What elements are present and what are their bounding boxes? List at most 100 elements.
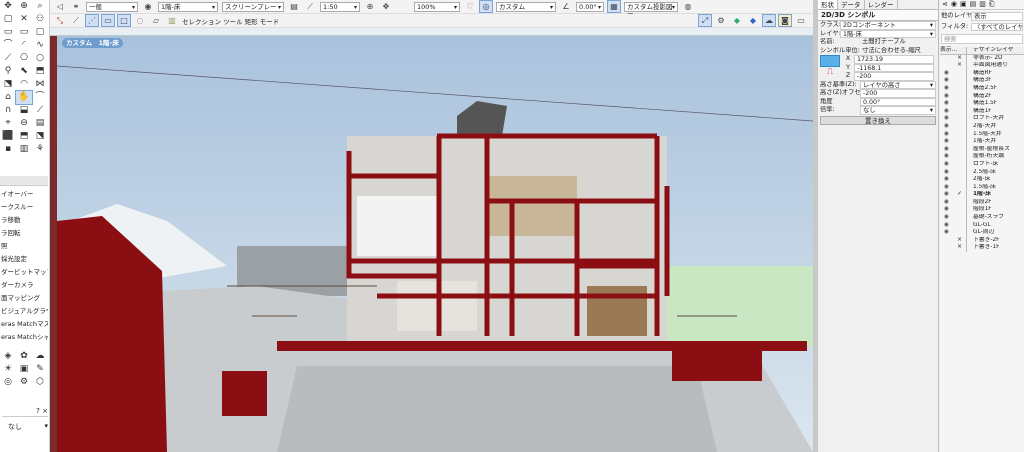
tool-icon[interactable]: ⬉ [16,65,32,78]
eye-icon[interactable]: ◉ [940,85,953,93]
refs-tab-icon[interactable]: ⎗ [989,0,995,9]
render-icon[interactable]: ◈ [0,350,16,363]
eye-icon[interactable]: ◉ [940,191,953,199]
tool-icon[interactable]: ▭ [16,26,32,39]
light-icon[interactable]: ◍ [682,1,694,12]
tab-render[interactable]: レンダー [865,0,898,9]
tool-icon[interactable]: ⬓ [16,104,32,117]
view-name-tag[interactable]: カスタム 1階-床 [62,38,123,48]
views-tab-icon[interactable]: ▥ [979,0,986,9]
layer-row[interactable]: × 下書き-1F [940,244,1024,253]
eye-icon[interactable]: ◉ [940,161,953,169]
tool-icon[interactable]: ⬒ [16,130,32,143]
eye-icon[interactable]: ◉ [940,153,953,161]
layer-row[interactable]: ◉ 2.5階-床 [940,168,1024,177]
class-tab-icon[interactable]: ◉ [951,0,957,9]
tool-icon[interactable]: ⌕ [32,0,48,13]
layer-row[interactable]: ◉ 構造1.5F [940,100,1024,108]
camera-icon[interactable]: ◎ [0,376,16,389]
tool-item[interactable]: eras Matchシャ... [0,331,48,344]
hidden-icon[interactable] [940,237,953,245]
plane-select[interactable]: スクリーンプレーン [222,1,284,20]
eye-icon[interactable]: ◉ [940,176,953,184]
layer-row[interactable]: ◉ 構造2.5F [940,84,1024,93]
hidden-icon[interactable]: × [953,244,966,252]
eye-icon[interactable]: ◉ [940,214,953,222]
layer-select[interactable]: 1階-床 [158,1,218,12]
visibility-cell[interactable] [953,222,966,230]
eye-icon[interactable]: ◉ [940,100,953,108]
tool-item[interactable]: 採光設定 [0,253,48,266]
tool-item[interactable]: イオーバー [0,188,48,201]
tool-icon[interactable]: ▢ [32,26,48,39]
tool-icon[interactable]: ⊖ [16,117,32,130]
class-select[interactable]: 一般 [86,1,138,12]
tool-icon[interactable]: ▢ [0,13,16,26]
class-select[interactable]: 2Dコンポーネント [840,21,936,30]
visibility-cell[interactable] [953,169,966,177]
visibility-cell[interactable] [953,70,966,78]
tool-icon[interactable]: ⚘ [32,143,48,156]
layer-row[interactable]: ◉ 屋根-桁天端 [940,153,1024,161]
camera-icon[interactable]: ◙ [778,14,792,27]
hidden-icon[interactable]: × [953,62,966,70]
tool-icon[interactable]: ⊕ [16,0,32,13]
flip-icon[interactable]: ⎍ [820,67,840,79]
tool-item[interactable]: ラ移動 [0,214,48,227]
tool-icon[interactable]: ⬒ [32,65,48,78]
visibility-cell[interactable] [953,108,966,116]
scale-icon[interactable]: ⟋ [304,1,316,12]
eye-icon[interactable]: ◉ [940,131,953,139]
tool-icon[interactable]: ⎔ [16,52,32,65]
texture-icon[interactable]: ✿ [16,350,32,363]
tool-icon[interactable]: ⟋ [32,104,48,117]
layer-row[interactable]: ◉ 2階-床 [940,176,1024,184]
view-select[interactable]: カスタム [496,1,556,12]
visibility-cell[interactable] [953,77,966,85]
tool-icon[interactable]: ◠ [16,78,32,91]
layer-row[interactable]: × 非表示- 2D [940,54,1024,63]
tool-icon[interactable]: ⬔ [0,78,16,91]
tool-icon[interactable]: ⟋ [0,52,16,65]
offset-field[interactable]: -200 [860,89,936,98]
layer-row[interactable]: ◉ 1.5階-床 [940,183,1024,192]
layer-row[interactable]: ◉ 階段2F [940,198,1024,207]
visibility-cell[interactable] [953,85,966,93]
col-visibility[interactable]: 表示... [940,47,966,54]
layer-row[interactable]: ◉ 基礎-スラブ [940,214,1024,222]
select-icon[interactable]: ⤡ [54,15,66,26]
tool-icon[interactable]: ⌂ [0,91,16,104]
object-icon[interactable]: ⬡ [32,376,48,389]
tab-shape[interactable]: 形状 [818,0,838,9]
eye-icon[interactable]: ◉ [940,70,953,78]
lasso-icon[interactable]: ◌ [134,15,146,26]
tool-item[interactable]: eras Matchマスク [0,318,48,331]
layer-row[interactable]: × 平面図用通り [940,62,1024,70]
eye-icon[interactable]: ◉ [940,206,953,214]
layers-tab-icon[interactable]: ▣ [960,0,967,9]
scale-select[interactable]: なし [860,106,936,115]
projection-select[interactable]: カスタム投影図画 [624,1,678,20]
tool-icon[interactable]: ⌒ [32,91,48,104]
layer-row[interactable]: ◉ 構造1F [940,107,1024,116]
zoom-icon[interactable]: ⊕ [364,1,376,12]
tool-icon[interactable]: ✋ [15,90,33,105]
eye-icon[interactable]: ◉ [940,93,953,101]
tool-item[interactable]: ダーカメラ [0,279,48,292]
eye-icon[interactable]: ◉ [940,199,953,207]
back-icon[interactable]: ◁ [54,1,66,12]
tool-item[interactable]: 照 [0,240,48,253]
visibility-cell[interactable] [953,146,966,154]
gear-icon[interactable]: ⚙ [715,15,727,26]
rectangle-mode-icon[interactable]: □ [117,14,131,27]
multi-select-icon[interactable]: ⋰ [85,14,99,27]
eye-icon[interactable]: ◉ [940,222,953,230]
y-field[interactable]: -1168.1 [854,63,934,72]
tool-icon[interactable]: ⋈ [32,78,48,91]
tool-item[interactable]: ビジュアルグラウンド [0,305,48,318]
sheets-tab-icon[interactable]: ▤ [970,0,977,9]
material-icon[interactable]: ▣ [16,363,32,376]
tool-icon[interactable]: ⚲ [0,65,16,78]
page-icon[interactable]: ▤ [288,1,300,12]
other-layers-select[interactable]: 表示 [971,12,1023,21]
